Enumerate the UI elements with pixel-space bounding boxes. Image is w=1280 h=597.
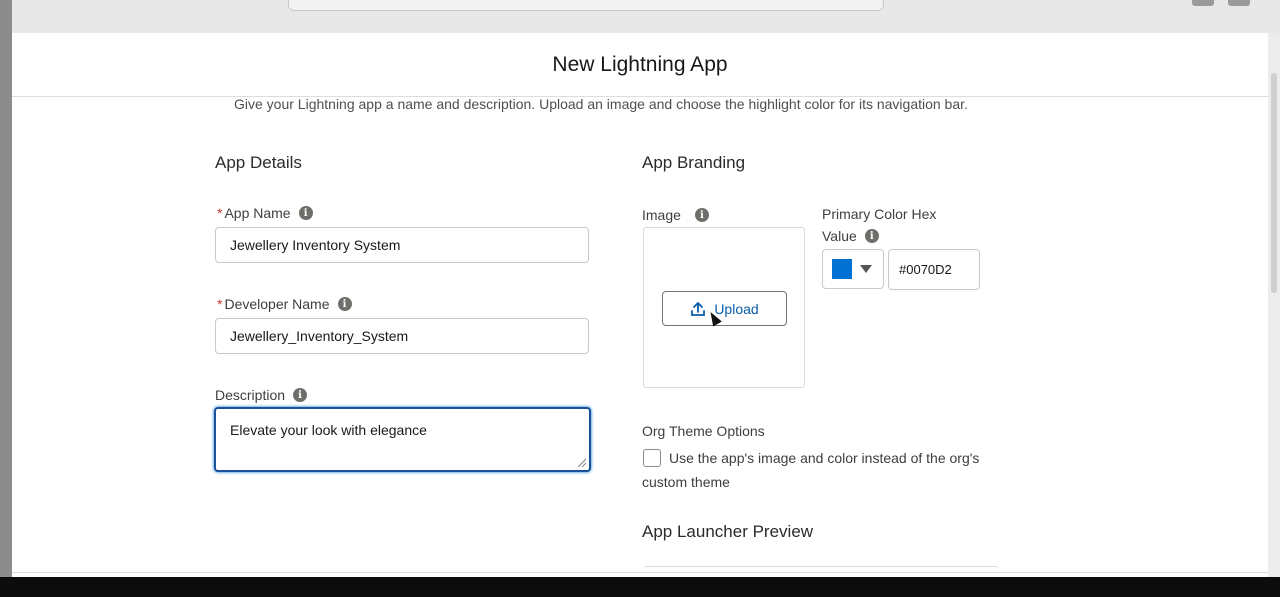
app-name-label-text: App Name (224, 205, 291, 221)
org-theme-checkbox-label-continued[interactable]: custom theme (642, 474, 730, 490)
app-name-label: * App Name i (217, 205, 313, 221)
image-label-text: Image (642, 207, 681, 223)
primary-color-label-line1: Primary Color Hex (822, 206, 936, 222)
app-branding-title: App Branding (642, 153, 746, 172)
color-picker-button[interactable] (822, 249, 884, 289)
modal-subtitle: Give your Lightning app a name and descr… (234, 96, 968, 112)
app-launcher-preview-box (643, 566, 999, 570)
app-name-input[interactable]: Jewellery Inventory System (215, 227, 589, 263)
org-theme-options-label: Org Theme Options (642, 423, 765, 439)
image-dropzone[interactable]: Upload (643, 227, 805, 388)
upload-button[interactable]: Upload (662, 291, 787, 326)
description-label-text: Description (215, 387, 286, 403)
developer-name-input[interactable]: Jewellery_Inventory_System (215, 318, 589, 354)
app-launcher-preview-title: App Launcher Preview (642, 522, 814, 541)
bottom-taskbar (0, 577, 1280, 597)
info-icon[interactable]: i (293, 388, 308, 402)
chevron-down-icon (860, 265, 872, 273)
required-marker: * (217, 296, 223, 312)
new-lightning-app-modal: New Lightning App Give your Lightning ap… (12, 33, 1268, 577)
modal-title: New Lightning App (552, 53, 728, 76)
info-icon[interactable]: i (864, 229, 879, 243)
modal-footer-divider (12, 572, 1268, 573)
developer-name-label: * Developer Name i (217, 296, 352, 312)
info-icon[interactable]: i (298, 206, 313, 220)
org-theme-checkbox-label[interactable]: Use the app's image and color instead of… (669, 450, 979, 466)
description-text: Elevate your look with elegance (230, 422, 427, 438)
scrollbar-thumb[interactable] (1271, 73, 1277, 293)
org-theme-checkbox[interactable] (643, 449, 661, 467)
org-theme-options-text: Org Theme Options (642, 423, 765, 439)
upload-icon (691, 301, 706, 316)
developer-name-label-text: Developer Name (224, 296, 330, 312)
upload-label: Upload (714, 300, 759, 317)
scrollbar[interactable] (1268, 33, 1280, 577)
background-header-icon (1192, 0, 1214, 6)
primary-color-hex-input[interactable]: #0070D2 (888, 249, 980, 290)
description-label: Description i (215, 387, 308, 403)
background-search-bar (288, 0, 884, 11)
description-textarea[interactable]: Elevate your look with elegance (214, 407, 591, 472)
primary-color-label-line2: Value i (822, 228, 879, 244)
info-icon[interactable]: i (694, 208, 709, 222)
color-swatch (832, 259, 852, 279)
primary-color-label-value-text: Value (822, 228, 857, 244)
modal-header: New Lightning App (12, 33, 1268, 97)
background-header-icon (1228, 0, 1250, 6)
primary-color-label-text: Primary Color Hex (822, 206, 937, 222)
info-icon[interactable]: i (337, 297, 352, 311)
app-details-title: App Details (215, 153, 302, 172)
required-marker: * (217, 205, 223, 221)
image-label: Image i (642, 207, 709, 223)
left-background-strip (0, 0, 12, 577)
resize-handle-icon[interactable] (578, 459, 586, 467)
